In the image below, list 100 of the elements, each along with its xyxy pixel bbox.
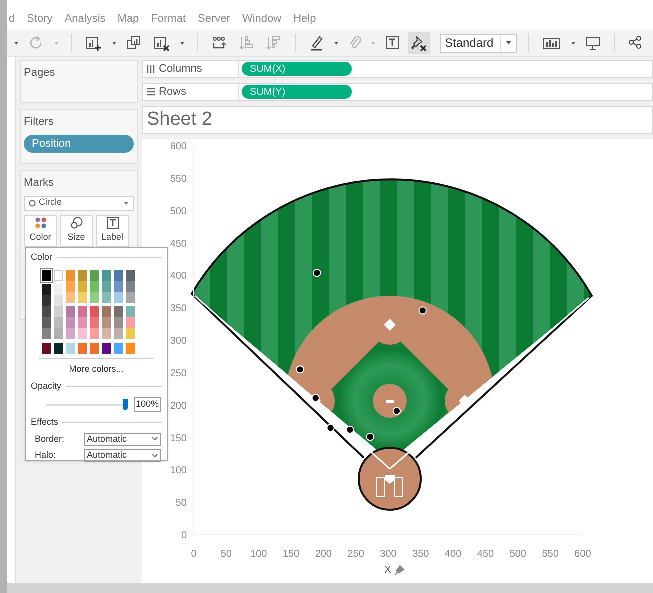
color-swatch[interactable]	[66, 270, 75, 280]
data-point[interactable]	[326, 424, 335, 432]
pin-x-icon	[411, 36, 427, 50]
data-point[interactable]	[313, 268, 322, 278]
color-swatch[interactable]	[78, 292, 87, 302]
color-swatch[interactable]	[90, 306, 99, 316]
color-swatch[interactable]	[90, 270, 99, 280]
axis-tick-label: 300	[380, 549, 397, 560]
menu-item[interactable]: Analysis	[64, 10, 106, 27]
color-swatch[interactable]	[54, 316, 63, 328]
opacity-slider[interactable]	[44, 398, 128, 410]
color-swatch[interactable]	[42, 342, 51, 354]
color-swatch[interactable]	[54, 306, 63, 316]
color-swatch[interactable]	[54, 342, 63, 354]
effect-dropdown[interactable]: Automatic	[84, 449, 161, 462]
menu-item[interactable]: Window	[242, 10, 282, 27]
marks-button[interactable]: Color	[24, 214, 57, 246]
menu-item[interactable]: Help	[294, 10, 316, 27]
color-swatch[interactable]	[54, 270, 63, 280]
axis-tick-label: 350	[412, 549, 430, 560]
menu-item[interactable]: Map	[118, 10, 140, 27]
axis-tick-label: 250	[348, 549, 364, 560]
color-swatch[interactable]	[102, 270, 111, 280]
data-point[interactable]	[366, 433, 374, 442]
sort-ascending-icon	[239, 36, 254, 50]
color-swatch[interactable]	[126, 328, 135, 338]
data-point[interactable]	[418, 306, 427, 315]
color-swatch[interactable]	[114, 280, 123, 292]
caret-icon	[371, 42, 376, 44]
color-swatch[interactable]	[90, 342, 99, 354]
effect-dropdown[interactable]: Automatic	[84, 432, 161, 446]
color-swatch[interactable]	[102, 280, 111, 292]
menu-item[interactable]: Format	[151, 10, 186, 27]
color-swatch[interactable]	[114, 306, 123, 316]
color-swatch[interactable]	[66, 292, 75, 302]
color-swatch[interactable]	[42, 270, 51, 280]
color-swatch[interactable]	[114, 328, 123, 338]
color-swatch[interactable]	[54, 328, 63, 338]
color-swatch[interactable]	[90, 280, 99, 292]
color-swatch[interactable]	[126, 280, 135, 292]
color-swatch[interactable]	[114, 292, 123, 302]
color-swatch[interactable]	[78, 270, 87, 280]
color-swatch[interactable]	[90, 292, 99, 302]
toolbar-button[interactable]	[408, 32, 430, 54]
color-swatch[interactable]	[78, 342, 87, 354]
color-swatch[interactable]	[126, 292, 135, 302]
menu-item[interactable]: Server	[198, 10, 230, 27]
color-swatch[interactable]	[126, 270, 135, 280]
color-swatch[interactable]	[114, 316, 123, 328]
new-chart-icon	[86, 36, 102, 50]
color-swatch[interactable]	[66, 342, 75, 354]
marks-button[interactable]: Size	[60, 214, 93, 246]
color-swatch[interactable]	[126, 342, 135, 354]
color-swatch[interactable]	[102, 316, 111, 328]
field-label: Halo:	[35, 449, 58, 462]
color-swatch[interactable]	[42, 306, 51, 316]
data-point[interactable]	[312, 394, 320, 402]
fit-dropdown[interactable]: Standard	[440, 34, 517, 52]
color-swatch[interactable]	[126, 306, 135, 316]
color-swatch[interactable]	[42, 284, 51, 294]
menu-item[interactable]: d	[9, 10, 16, 27]
data-point[interactable]	[392, 407, 402, 416]
color-swatch[interactable]	[78, 280, 87, 292]
color-swatch[interactable]	[42, 328, 51, 338]
data-point[interactable]	[346, 426, 354, 434]
color-swatch[interactable]	[42, 316, 51, 328]
color-swatch[interactable]	[78, 306, 87, 316]
color-swatch[interactable]	[78, 328, 87, 338]
color-swatch[interactable]	[66, 280, 75, 292]
mark-type-dropdown[interactable]: Circle	[24, 196, 134, 210]
color-swatch[interactable]	[102, 342, 111, 354]
color-swatch[interactable]	[102, 306, 111, 316]
opacity-field[interactable]: 100%	[134, 396, 162, 412]
color-swatch[interactable]	[42, 294, 51, 306]
color-swatch[interactable]	[66, 316, 75, 328]
menu-item[interactable]: Story	[27, 10, 53, 27]
color-swatch[interactable]	[66, 328, 75, 338]
color-swatch[interactable]	[66, 306, 75, 316]
field-label: Border:	[35, 432, 66, 446]
field-pill[interactable]: SUM(X)	[242, 62, 352, 76]
more-colors-link[interactable]: More colors...	[69, 362, 124, 376]
duplicate-chart-icon	[127, 36, 142, 50]
field-pill[interactable]: SUM(Y)	[242, 85, 352, 99]
marks-button[interactable]: Label	[96, 214, 129, 246]
axis-tick-label: 150	[170, 433, 187, 444]
slider-thumb[interactable]	[123, 398, 128, 410]
color-swatch[interactable]	[54, 294, 63, 306]
axis-tick-label: 400	[170, 271, 187, 282]
color-swatch[interactable]	[102, 292, 111, 302]
color-swatch[interactable]	[114, 342, 123, 354]
color-swatch[interactable]	[102, 328, 111, 338]
filter-pill[interactable]: Position	[24, 134, 134, 153]
color-swatch[interactable]	[114, 270, 123, 280]
shelf-label: Columns	[159, 62, 202, 77]
color-swatch[interactable]	[126, 316, 135, 328]
color-swatch[interactable]	[90, 328, 99, 338]
color-swatch[interactable]	[90, 316, 99, 328]
color-swatch[interactable]	[78, 316, 87, 328]
color-swatch[interactable]	[54, 284, 63, 294]
data-point[interactable]	[296, 366, 304, 374]
